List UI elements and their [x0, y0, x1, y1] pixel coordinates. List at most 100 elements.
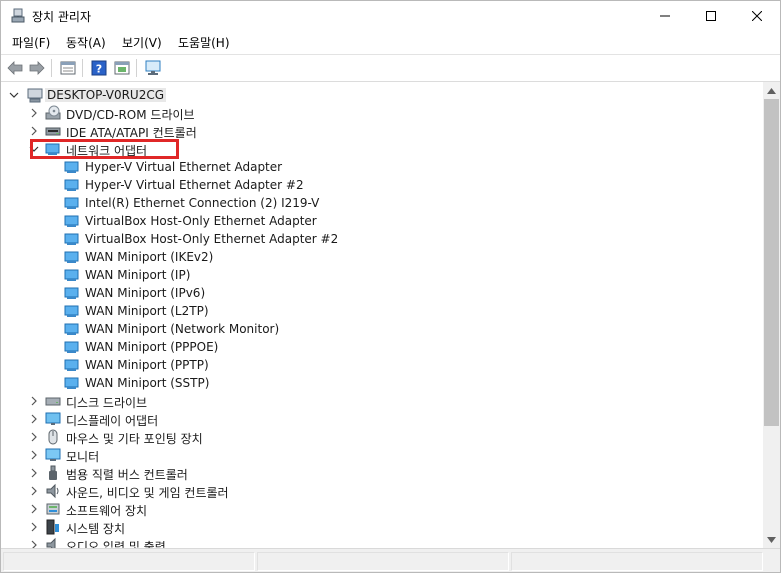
network-adapter-icon — [45, 141, 61, 157]
chevron-right-icon[interactable] — [29, 125, 39, 137]
tree-category[interactable]: 소프트웨어 장치 — [1, 500, 761, 518]
tree-category[interactable]: 사운드, 비디오 및 게임 컨트롤러 — [1, 482, 761, 500]
chevron-right-icon[interactable] — [29, 395, 39, 407]
toolbar-separator — [136, 59, 137, 77]
network-adapter-item[interactable]: WAN Miniport (PPPOE) — [1, 338, 761, 356]
software-device-icon — [45, 501, 61, 517]
tree-category[interactable]: 모니터 — [1, 446, 761, 464]
toolbar-separator — [82, 59, 83, 77]
system-device-icon — [45, 519, 61, 535]
network-adapter-label: Hyper-V Virtual Ethernet Adapter — [85, 160, 283, 174]
tree-category-ide[interactable]: IDE ATA/ATAPI 컨트롤러 — [1, 122, 761, 140]
svg-text:?: ? — [96, 63, 102, 76]
category-label: 시스템 장치 — [66, 522, 126, 536]
network-adapter-item[interactable]: WAN Miniport (Network Monitor) — [1, 320, 761, 338]
device-tree[interactable]: DESKTOP-V0RU2CG DVD/CD-ROM 드라이브 IDE ATA/… — [1, 82, 763, 548]
network-adapter-label: VirtualBox Host-Only Ethernet Adapter #2 — [85, 232, 339, 246]
dvd-drive-icon — [45, 105, 61, 121]
menu-file[interactable]: 파일(F) — [12, 34, 50, 51]
close-button[interactable] — [734, 1, 780, 31]
display-adapter-icon — [45, 411, 61, 427]
update-driver-button[interactable] — [113, 59, 131, 77]
network-adapter-label: WAN Miniport (IPv6) — [85, 286, 206, 300]
tree-category[interactable]: 마우스 및 기타 포인팅 장치 — [1, 428, 761, 446]
network-adapter-icon — [64, 267, 80, 283]
ide-controller-icon — [45, 123, 61, 139]
menu-view[interactable]: 보기(V) — [122, 34, 162, 51]
scroll-up-button[interactable] — [763, 82, 780, 99]
chevron-right-icon[interactable] — [29, 431, 39, 443]
tree-root[interactable]: DESKTOP-V0RU2CG — [1, 86, 761, 104]
chevron-right-icon[interactable] — [29, 467, 39, 479]
category-label: 범용 직렬 버스 컨트롤러 — [66, 468, 188, 482]
maximize-icon — [706, 11, 716, 21]
network-adapter-icon — [64, 375, 80, 391]
network-adapter-item[interactable]: WAN Miniport (L2TP) — [1, 302, 761, 320]
chevron-right-icon[interactable] — [29, 521, 39, 533]
network-adapter-icon — [64, 177, 80, 193]
device-manager-app-icon — [10, 8, 26, 24]
chevron-down-icon[interactable] — [29, 143, 39, 155]
tree-category[interactable]: 범용 직렬 버스 컨트롤러 — [1, 464, 761, 482]
network-adapter-icon — [64, 285, 80, 301]
toolbar-separator — [51, 59, 52, 77]
tree-category[interactable]: 디스플레이 어댑터 — [1, 410, 761, 428]
scroll-up-arrow-icon — [767, 87, 776, 94]
network-adapter-item[interactable]: Intel(R) Ethernet Connection (2) I219-V — [1, 194, 761, 212]
network-adapter-icon — [64, 159, 80, 175]
status-cell — [3, 552, 255, 571]
status-cell — [511, 552, 763, 571]
network-adapter-label: WAN Miniport (Network Monitor) — [85, 322, 280, 336]
help-button[interactable]: ? — [90, 59, 108, 77]
tree-category[interactable]: 오디오 입력 및 출력 — [1, 536, 761, 548]
tree-category-dvd[interactable]: DVD/CD-ROM 드라이브 — [1, 104, 761, 122]
chevron-right-icon[interactable] — [29, 107, 39, 119]
tree-category[interactable]: 시스템 장치 — [1, 518, 761, 536]
close-icon — [752, 11, 762, 21]
network-adapter-item[interactable]: Hyper-V Virtual Ethernet Adapter — [1, 158, 761, 176]
scroll-thumb[interactable] — [764, 99, 779, 426]
chevron-right-icon[interactable] — [29, 503, 39, 515]
maximize-button[interactable] — [688, 1, 734, 31]
chevron-right-icon[interactable] — [29, 449, 39, 461]
network-adapter-icon — [64, 321, 80, 337]
status-cell — [257, 552, 509, 571]
network-adapter-item[interactable]: WAN Miniport (IKEv2) — [1, 248, 761, 266]
speaker-icon — [45, 483, 61, 499]
network-adapter-item[interactable]: VirtualBox Host-Only Ethernet Adapter — [1, 212, 761, 230]
chevron-right-icon[interactable] — [29, 485, 39, 497]
tree-category[interactable]: 디스크 드라이브 — [1, 392, 761, 410]
category-label: 사운드, 비디오 및 게임 컨트롤러 — [66, 486, 229, 500]
scan-hardware-button[interactable] — [144, 59, 162, 77]
update-driver-icon — [114, 61, 130, 75]
computer-icon — [27, 87, 43, 103]
menu-help[interactable]: 도움말(H) — [178, 34, 230, 51]
usb-controller-icon — [45, 465, 61, 481]
properties-button[interactable] — [59, 59, 77, 77]
network-adapter-item[interactable]: WAN Miniport (IPv6) — [1, 284, 761, 302]
menu-action[interactable]: 동작(A) — [66, 34, 106, 51]
scroll-down-button[interactable] — [763, 531, 780, 548]
chevron-down-icon[interactable] — [9, 89, 19, 101]
network-adapter-icon — [64, 213, 80, 229]
network-adapter-icon — [64, 303, 80, 319]
network-adapter-item[interactable]: Hyper-V Virtual Ethernet Adapter #2 — [1, 176, 761, 194]
chevron-right-icon[interactable] — [29, 539, 39, 548]
category-label: 디스플레이 어댑터 — [66, 414, 159, 428]
network-adapter-item[interactable]: WAN Miniport (IP) — [1, 266, 761, 284]
minimize-button[interactable] — [642, 1, 688, 31]
network-adapter-label: WAN Miniport (IP) — [85, 268, 191, 282]
network-adapter-item[interactable]: VirtualBox Host-Only Ethernet Adapter #2 — [1, 230, 761, 248]
network-adapter-item[interactable]: WAN Miniport (PPTP) — [1, 356, 761, 374]
vertical-scrollbar[interactable] — [763, 82, 780, 548]
chevron-right-icon[interactable] — [29, 413, 39, 425]
title-bar[interactable]: 장치 관리자 — [1, 1, 780, 31]
forward-button[interactable] — [28, 59, 46, 77]
category-label: 소프트웨어 장치 — [66, 504, 148, 518]
network-adapter-item[interactable]: WAN Miniport (SSTP) — [1, 374, 761, 392]
back-button[interactable] — [6, 59, 24, 77]
tree-category-network[interactable]: 네트워크 어댑터 — [1, 140, 761, 158]
network-adapter-icon — [64, 339, 80, 355]
network-adapter-icon — [64, 231, 80, 247]
category-label: 디스크 드라이브 — [66, 396, 148, 410]
